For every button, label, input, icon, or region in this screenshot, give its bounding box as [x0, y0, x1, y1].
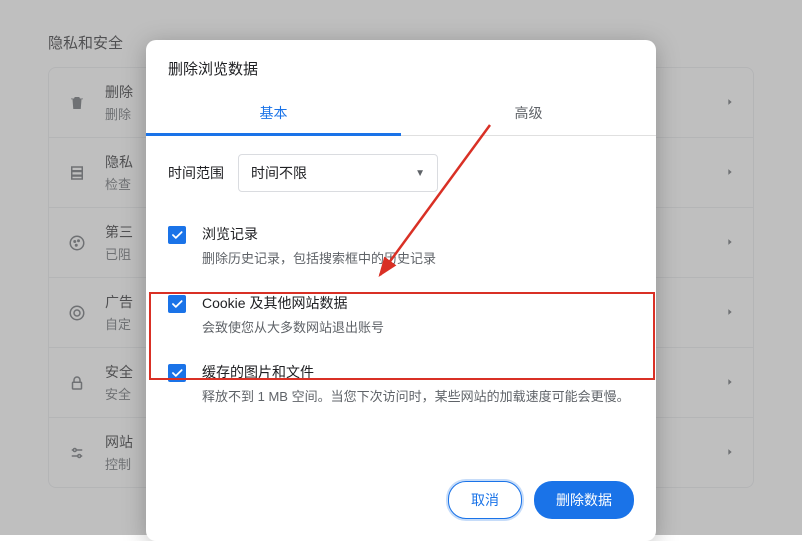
dialog-title: 删除浏览数据 — [146, 58, 656, 91]
time-range-label: 时间范围 — [168, 163, 224, 183]
clear-browsing-data-dialog: 删除浏览数据 基本 高级 时间范围 时间不限 ▼ 浏览记录删除历史记录，包括搜索… — [146, 40, 656, 541]
cancel-button[interactable]: 取消 — [448, 481, 522, 519]
confirm-button[interactable]: 删除数据 — [534, 481, 634, 519]
dialog-buttons: 取消 删除数据 — [146, 421, 656, 541]
option-texts: Cookie 及其他网站数据会致使您从大多数网站退出账号 — [202, 293, 384, 336]
caret-down-icon: ▼ — [415, 168, 425, 179]
option-subtitle: 删除历史记录，包括搜索框中的历史记录 — [202, 248, 436, 267]
option-row: 浏览记录删除历史记录，包括搜索框中的历史记录 — [168, 214, 634, 283]
option-texts: 缓存的图片和文件释放不到 1 MB 空间。当您下次访问时，某些网站的加载速度可能… — [202, 362, 630, 405]
dialog-body: 时间范围 时间不限 ▼ 浏览记录删除历史记录，包括搜索框中的历史记录 Cookie… — [146, 136, 656, 421]
options-list: 浏览记录删除历史记录，包括搜索框中的历史记录 Cookie 及其他网站数据会致使您… — [168, 214, 634, 421]
tab-advanced[interactable]: 高级 — [401, 91, 656, 135]
modal-overlay: 删除浏览数据 基本 高级 时间范围 时间不限 ▼ 浏览记录删除历史记录，包括搜索… — [0, 0, 802, 535]
option-checkbox[interactable] — [168, 226, 186, 244]
option-title: 缓存的图片和文件 — [202, 362, 630, 382]
time-range-value: 时间不限 — [251, 163, 307, 183]
tab-basic[interactable]: 基本 — [146, 91, 401, 135]
option-texts: 浏览记录删除历史记录，包括搜索框中的历史记录 — [202, 224, 436, 267]
time-range-select[interactable]: 时间不限 ▼ — [238, 154, 438, 192]
dialog-tabs: 基本 高级 — [146, 91, 656, 136]
time-range-row: 时间范围 时间不限 ▼ — [168, 154, 634, 192]
option-row: 缓存的图片和文件释放不到 1 MB 空间。当您下次访问时，某些网站的加载速度可能… — [168, 352, 634, 421]
option-subtitle: 释放不到 1 MB 空间。当您下次访问时，某些网站的加载速度可能会更慢。 — [202, 386, 630, 405]
option-checkbox[interactable] — [168, 364, 186, 382]
option-title: 浏览记录 — [202, 224, 436, 244]
option-subtitle: 会致使您从大多数网站退出账号 — [202, 317, 384, 336]
option-title: Cookie 及其他网站数据 — [202, 293, 384, 313]
option-row: Cookie 及其他网站数据会致使您从大多数网站退出账号 — [168, 283, 634, 352]
option-checkbox[interactable] — [168, 295, 186, 313]
